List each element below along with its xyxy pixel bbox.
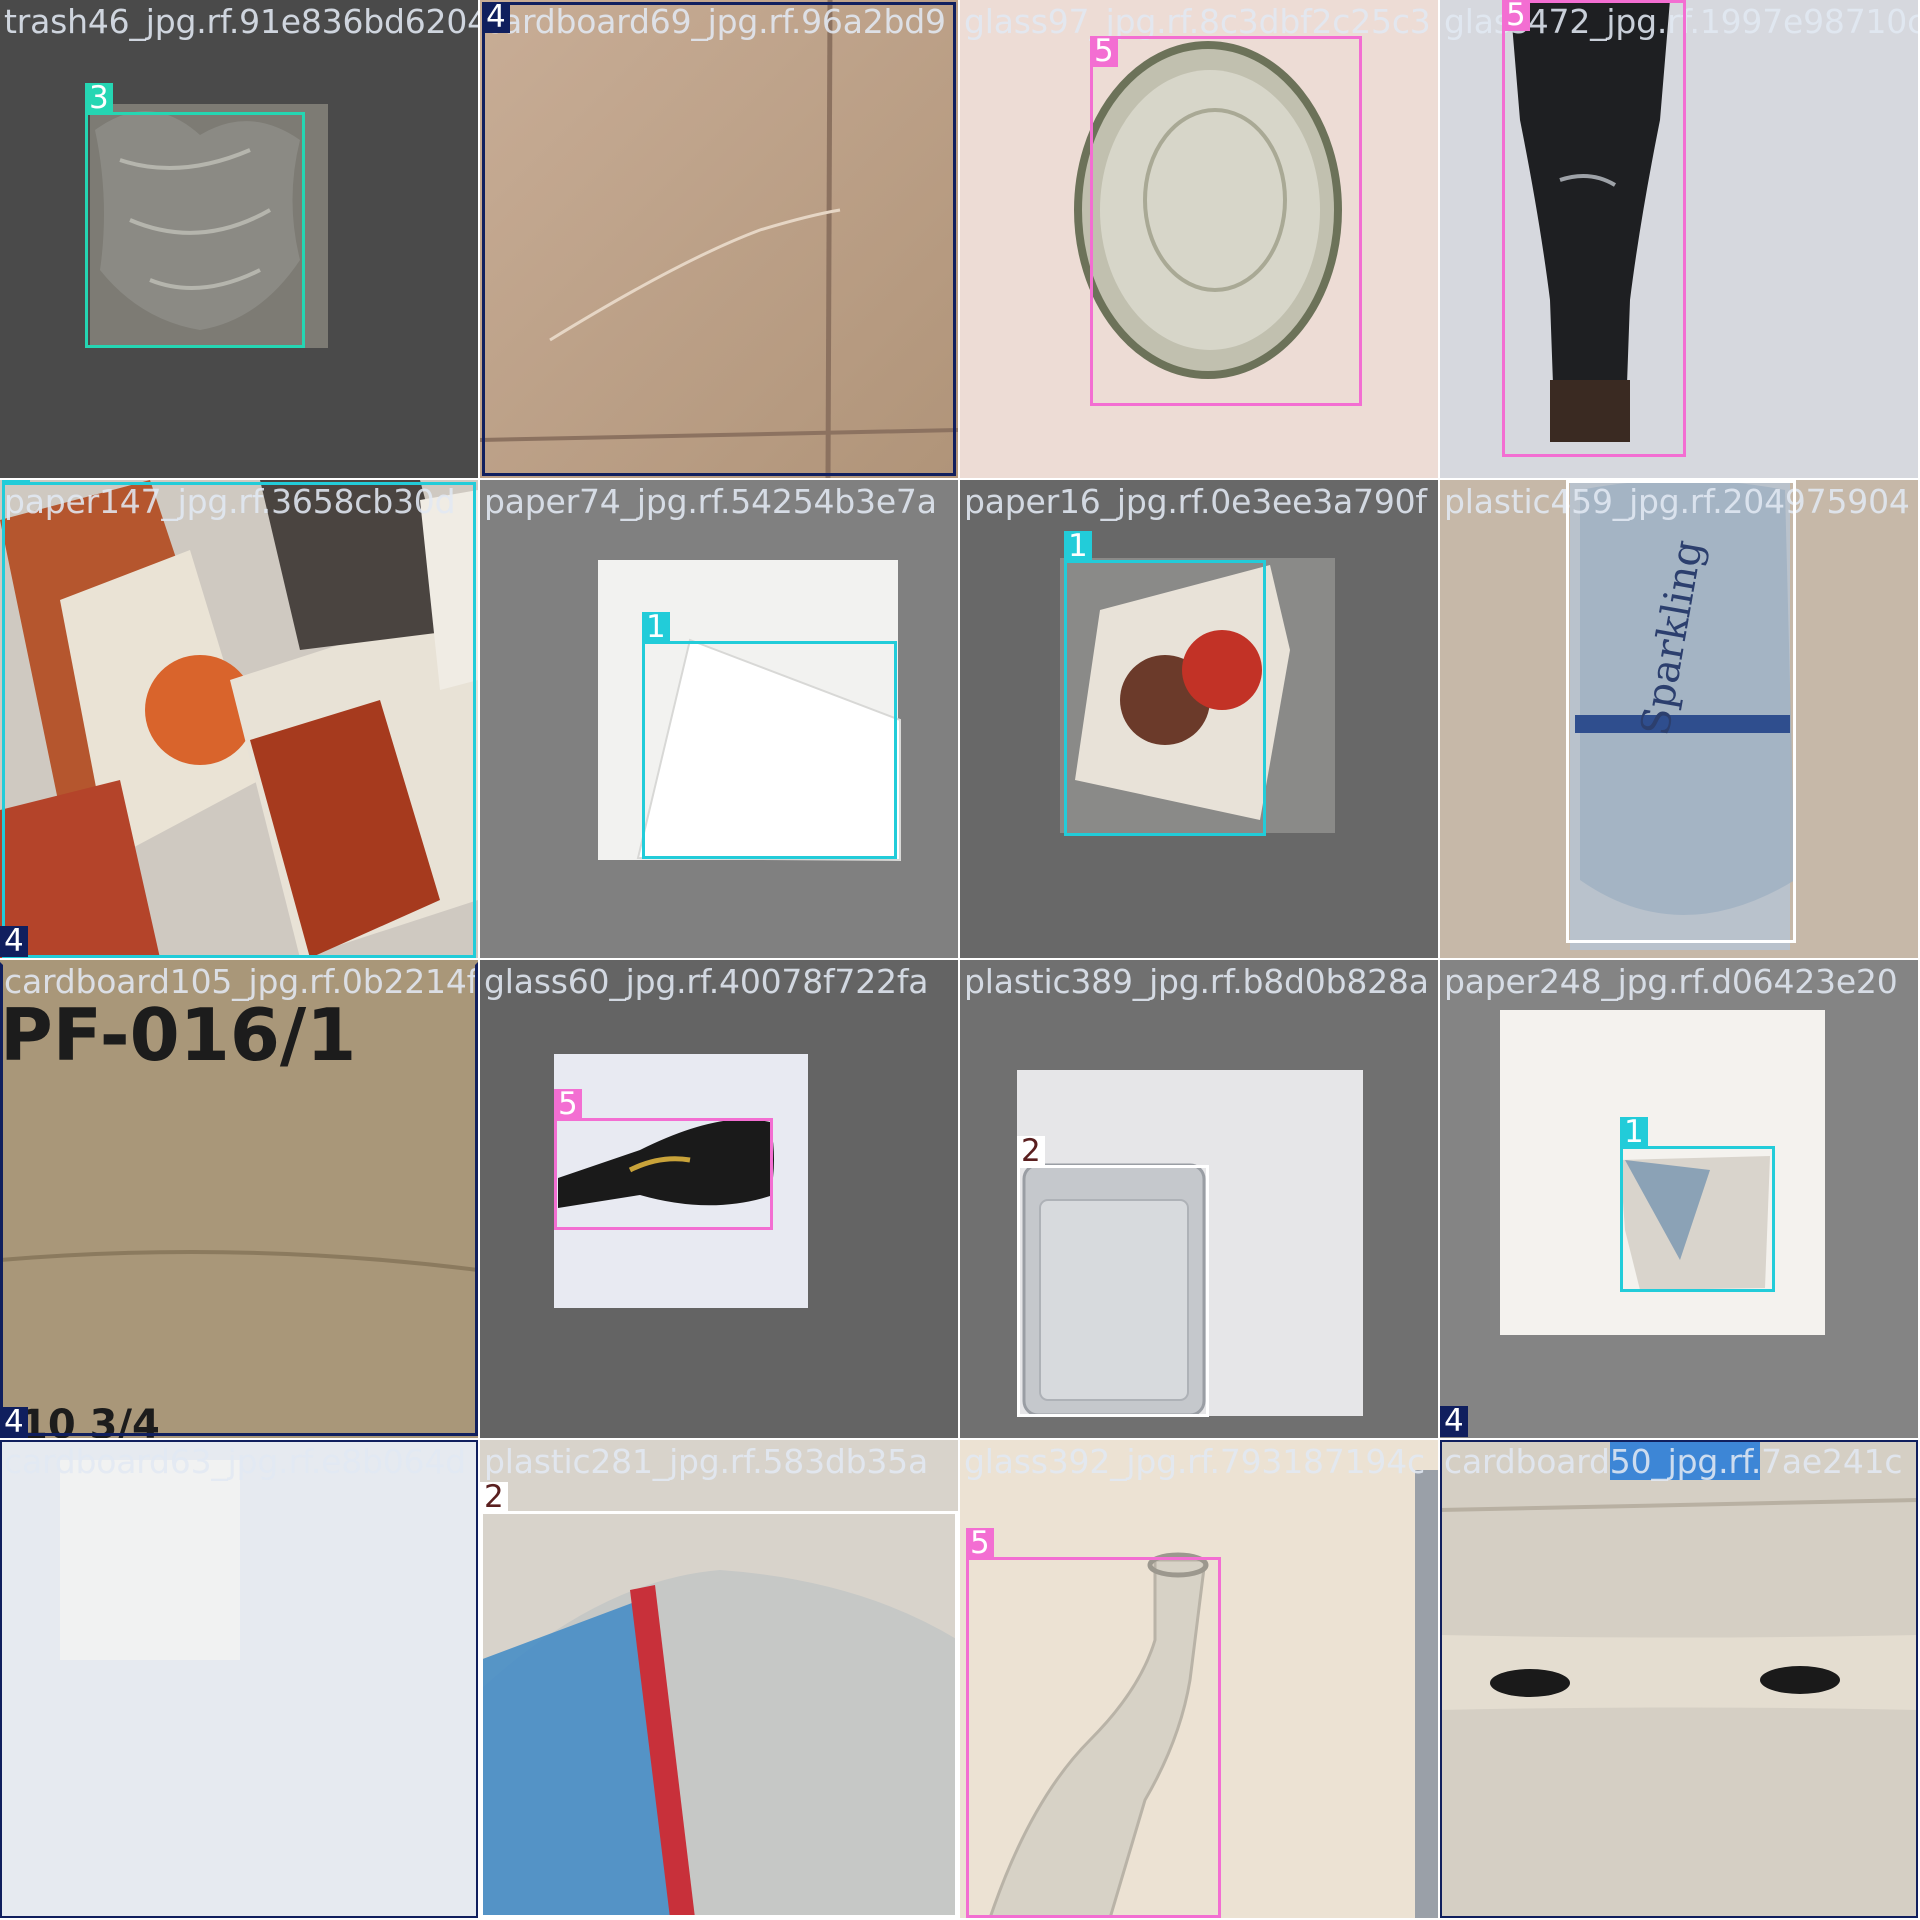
tile: PF-016/1 10 3/4 cardboard105_jpg.rf.0b22… xyxy=(0,960,478,1438)
detection-box: 3 xyxy=(85,83,305,348)
class-label: 2 xyxy=(1017,1136,1045,1167)
class-label: 4 xyxy=(482,2,510,33)
class-label: 5 xyxy=(966,1528,994,1559)
tile: Sparkling plastic459_jpg.rf.204975904 2 xyxy=(1440,480,1918,958)
class-label: 1 xyxy=(1620,1117,1648,1148)
class-label: 4 xyxy=(1440,1406,1468,1437)
tile: glass392_jpg.rf.793187194c 5 xyxy=(960,1440,1438,1918)
detection-box: 1 xyxy=(1620,1117,1775,1292)
tile: plastic281_jpg.rf.583db35a 2 xyxy=(480,1440,958,1918)
detection-box: 1 xyxy=(1064,531,1266,836)
detection-box: 5 xyxy=(1502,0,1686,457)
tile: paper248_jpg.rf.d06423e20 1 4 xyxy=(1440,960,1918,1438)
class-label: 2 xyxy=(1566,480,1594,482)
class-label: 5 xyxy=(1502,0,1530,31)
detection-box: 5 xyxy=(554,1089,773,1230)
tile: cardboard69_jpg.rf.96a2bd9 4 xyxy=(480,0,958,478)
detection-box: 1 xyxy=(642,612,897,859)
class-label: 1 xyxy=(2,480,30,484)
detection-box: 2 xyxy=(480,1482,958,1918)
tile: paper16_jpg.rf.0e3ee3a790f 1 xyxy=(960,480,1438,958)
tile-image xyxy=(1440,1440,1918,1918)
class-label: 2 xyxy=(480,1482,508,1513)
tile: paper74_jpg.rf.54254b3e7a 1 xyxy=(480,480,958,958)
detection-box: 5 xyxy=(1090,36,1362,406)
class-label: 5 xyxy=(1090,36,1118,67)
mosaic-grid: trash46_jpg.rf.91e836bd620458bdeafd79bj1… xyxy=(0,0,1920,1920)
detection-box: 2 xyxy=(1566,480,1796,943)
detection-box: 2 xyxy=(1017,1136,1209,1417)
class-label: 3 xyxy=(85,83,113,114)
detection-box: 1 xyxy=(2,480,476,958)
class-label: 4 xyxy=(0,1407,28,1438)
class-label: 1 xyxy=(1064,531,1092,562)
class-label: 1 xyxy=(642,612,670,643)
tile: trash46_jpg.rf.91e836bd620458bdeafd79bj1… xyxy=(0,0,478,478)
tile: glass472_jpg.rf.1997e98710c 5 xyxy=(1440,0,1918,478)
class-label: 4 xyxy=(0,926,28,957)
tile-image xyxy=(0,1440,478,1918)
tile: glass60_jpg.rf.40078f722fa 5 xyxy=(480,960,958,1438)
detection-box: 5 xyxy=(966,1528,1221,1918)
detection-box: 4 xyxy=(0,962,478,1438)
class-label: 5 xyxy=(554,1089,582,1120)
tile: glass97_jpg.rf.8c3dbf2c25c3 5 xyxy=(960,0,1438,478)
tile: paper147_jpg.rf.3658cb30d 1 4 xyxy=(0,480,478,958)
tile: cardboard50_jpg.rf.7ae241c xyxy=(1440,1440,1918,1918)
tile: plastic389_jpg.rf.b8d0b828a 2 xyxy=(960,960,1438,1438)
tile: cardboard63_jpg.rf.e8b064d xyxy=(0,1440,478,1918)
detection-box: 4 xyxy=(482,2,956,476)
